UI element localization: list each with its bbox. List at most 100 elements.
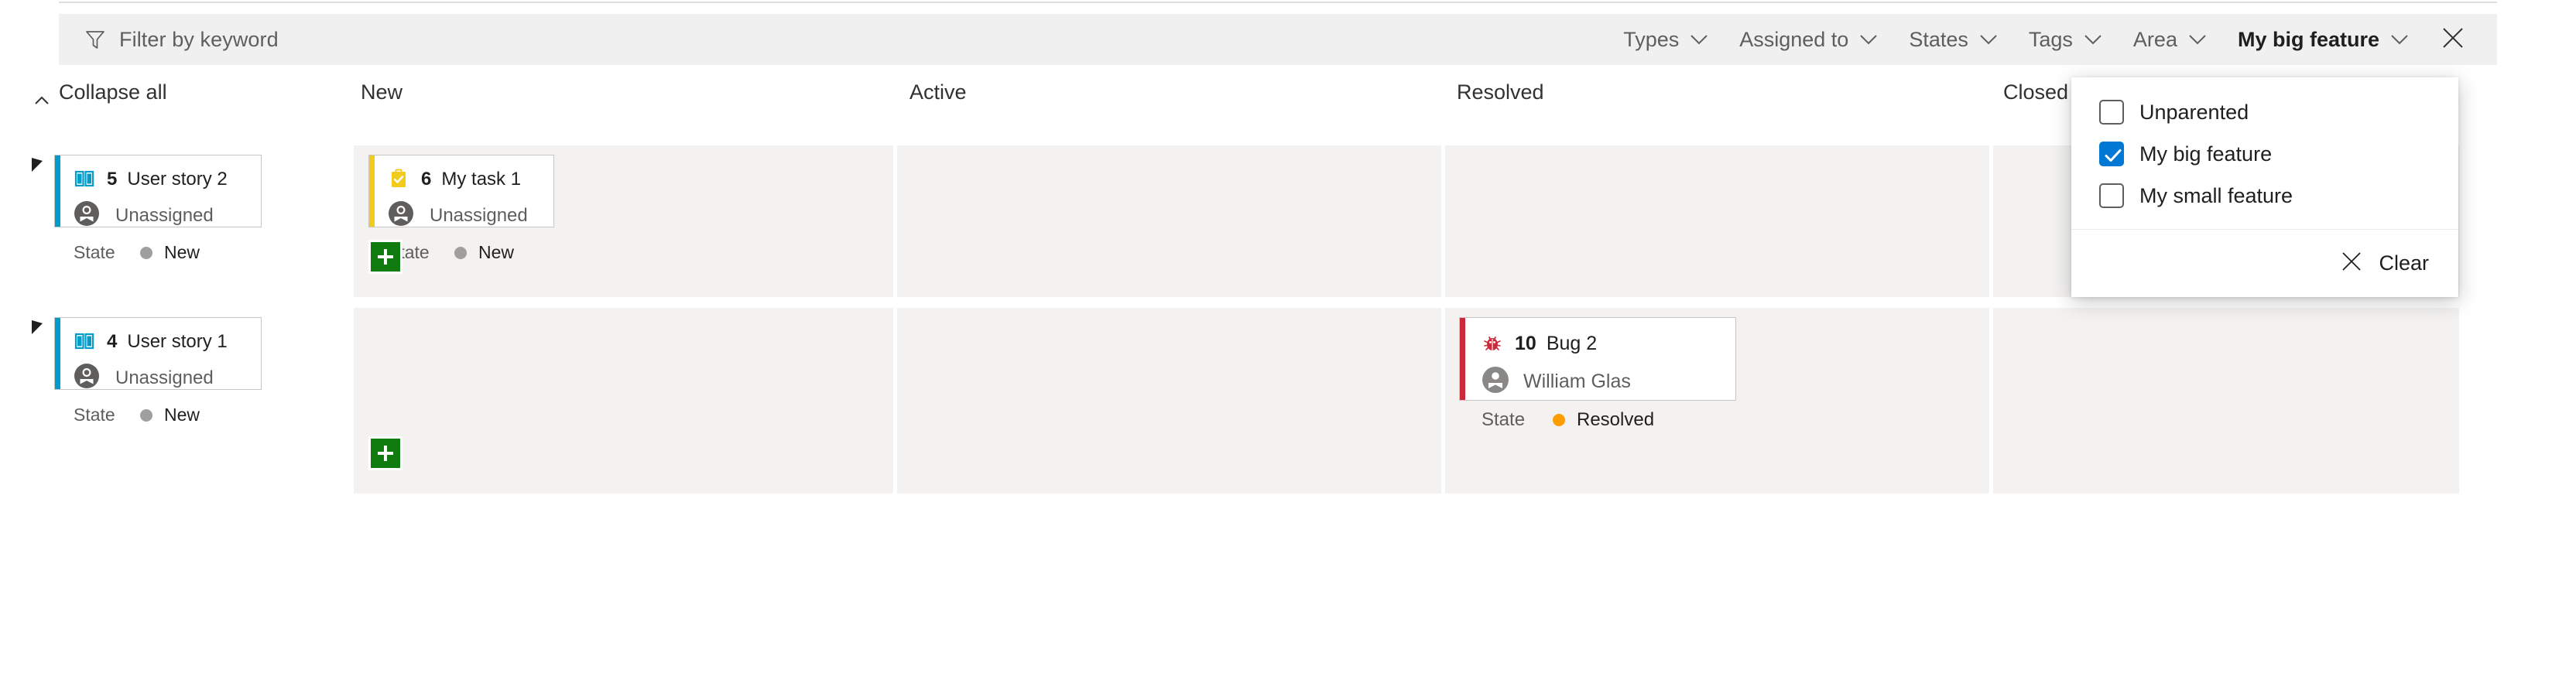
lane-cell-closed[interactable]: [1993, 308, 2459, 494]
user-story-icon: [74, 168, 97, 191]
collapse-all-button[interactable]: Collapse all: [34, 80, 167, 104]
filter-pill-my-big-feature[interactable]: My big feature: [2222, 20, 2424, 60]
filter-bar: Filter by keyword Types Assigned to Stat…: [59, 14, 2497, 65]
close-filter-bar-button[interactable]: [2424, 19, 2477, 61]
card-title: User story 2: [127, 169, 228, 190]
lane-cell-new[interactable]: [354, 308, 893, 494]
card-assignee-row: Unassigned: [74, 200, 261, 231]
card-id: 5: [107, 169, 118, 190]
filter-pill-label: Tags: [2028, 27, 2073, 51]
card-id: 4: [107, 331, 118, 352]
state-dot-icon: [140, 408, 152, 422]
card-accent-bar: [1460, 318, 1465, 400]
dropdown-option-list: Unparented My big feature My small featu…: [2071, 77, 2458, 229]
lane-cell-resolved[interactable]: [1445, 145, 1989, 297]
card-state-value: New: [164, 242, 200, 262]
column-header-active[interactable]: Active: [909, 80, 967, 104]
card-id: 6: [421, 169, 432, 190]
card-title: Bug 2: [1546, 332, 1598, 354]
keyword-filter[interactable]: Filter by keyword: [85, 28, 279, 52]
unassigned-avatar-icon: [388, 200, 419, 231]
card-state-row: State New: [388, 242, 553, 263]
filter-pill-states[interactable]: States: [1893, 20, 2013, 60]
search-input[interactable]: Filter by keyword: [119, 28, 279, 52]
chevron-down-icon: [1690, 34, 1708, 45]
user-story-icon: [74, 330, 97, 354]
add-card-button-new-lane2[interactable]: [368, 436, 402, 470]
state-dot-icon: [140, 246, 152, 259]
swimlane-user-story-1: 4 User story 1 Unassigned State New 10 B…: [0, 308, 2576, 494]
work-item-card-bug-2[interactable]: 10 Bug 2 William Glas State Resolved: [1459, 317, 1736, 430]
filter-pill-label: Types: [1623, 27, 1680, 51]
card-state-label: State: [74, 405, 115, 425]
dropdown-option-label: Unparented: [2139, 100, 2249, 124]
bug-icon: [1482, 332, 1505, 355]
close-icon: [2340, 250, 2363, 277]
dropdown-clear-label: Clear: [2379, 251, 2429, 275]
add-card-button-new-lane1[interactable]: [368, 240, 402, 274]
card-accent-bar: [369, 155, 375, 227]
unassigned-avatar-icon: [74, 200, 104, 231]
card-accent-bar: [55, 155, 60, 227]
card-assignee-row: Unassigned: [74, 363, 261, 394]
card-id: 10: [1515, 332, 1536, 354]
checkbox-my-small-feature[interactable]: [2099, 183, 2124, 208]
filter-pill-types[interactable]: Types: [1608, 20, 1724, 60]
chevron-down-icon: [1859, 34, 1878, 45]
filter-pill-tags[interactable]: Tags: [2013, 20, 2118, 60]
checkbox-unparented[interactable]: [2099, 100, 2124, 125]
lane-cell-active[interactable]: [897, 145, 1441, 297]
card-accent-bar: [55, 318, 60, 389]
filter-pill-group: Types Assigned to States Tags Area My bi…: [1608, 19, 2497, 61]
filter-pill-label: Area: [2132, 27, 2177, 51]
lane-cell-active[interactable]: [897, 308, 1441, 494]
lane-collapse-caret-icon[interactable]: [29, 319, 46, 336]
work-item-card-user-story-2[interactable]: 5 User story 2 Unassigned State New: [54, 155, 262, 262]
column-header-closed[interactable]: Closed: [2003, 80, 2068, 104]
funnel-icon: [85, 29, 105, 50]
close-icon: [2441, 26, 2465, 53]
card-state-label: State: [74, 242, 115, 262]
work-item-card-my-task-1[interactable]: 6 My task 1 Unassigned State New: [368, 155, 554, 262]
dropdown-option-my-small-feature[interactable]: My small feature: [2071, 175, 2458, 217]
card-title-row: 5 User story 2: [74, 168, 261, 191]
top-divider: [59, 2, 2497, 3]
filter-pill-label: Assigned to: [1739, 27, 1849, 51]
unassigned-avatar-icon: [74, 363, 104, 394]
column-header-resolved[interactable]: Resolved: [1457, 80, 1544, 104]
work-item-card-user-story-1[interactable]: 4 User story 1 Unassigned State New: [54, 317, 262, 425]
card-title-row: 4 User story 1: [74, 330, 261, 354]
person-avatar-icon: [1482, 366, 1512, 397]
filter-pill-label: States: [1909, 27, 1968, 51]
card-state-value: Resolved: [1577, 409, 1655, 430]
card-state-row: State Resolved: [1482, 409, 1735, 431]
column-header-new[interactable]: New: [361, 80, 402, 104]
state-dot-icon: [1553, 414, 1565, 426]
chevron-down-icon: [1979, 34, 1998, 45]
chevron-up-icon: [34, 87, 50, 104]
dropdown-option-my-big-feature[interactable]: My big feature: [2071, 133, 2458, 175]
filter-pill-label: My big feature: [2237, 27, 2379, 51]
checkbox-my-big-feature[interactable]: [2099, 142, 2124, 166]
card-title-row: 10 Bug 2: [1482, 332, 1735, 355]
dropdown-option-label: My small feature: [2139, 183, 2293, 207]
collapse-all-label: Collapse all: [59, 80, 167, 104]
filter-pill-assigned-to[interactable]: Assigned to: [1724, 20, 1893, 60]
dropdown-option-unparented[interactable]: Unparented: [2071, 91, 2458, 133]
card-assignee-row: Unassigned: [388, 200, 553, 231]
lane-collapse-caret-icon[interactable]: [29, 156, 46, 173]
card-assignee-name: William Glas: [1523, 370, 1631, 392]
card-title: My task 1: [441, 169, 522, 190]
card-assignee-name: Unassigned: [115, 205, 214, 226]
card-state-row: State New: [74, 242, 261, 263]
task-icon: [388, 168, 411, 191]
dropdown-option-label: My big feature: [2139, 142, 2273, 166]
filter-pill-area[interactable]: Area: [2118, 20, 2222, 60]
chevron-down-icon: [2188, 34, 2207, 45]
card-title: User story 1: [127, 331, 228, 352]
chevron-down-icon: [2390, 34, 2409, 45]
dropdown-clear-button[interactable]: Clear: [2071, 230, 2458, 297]
card-state-row: State New: [74, 405, 261, 425]
chevron-down-icon: [2084, 34, 2102, 45]
area-filter-dropdown: Unparented My big feature My small featu…: [2071, 77, 2458, 297]
